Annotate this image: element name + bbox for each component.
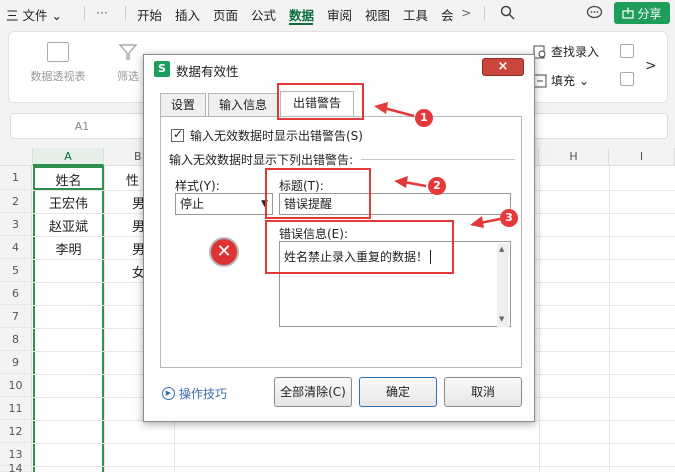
filter-label: 筛选	[117, 70, 139, 83]
row-header[interactable]: 11	[0, 397, 32, 420]
tab-input-message[interactable]: 输入信息	[208, 93, 278, 117]
show-error-checkbox[interactable]	[171, 127, 184, 142]
ribbon-next-icon[interactable]: >	[645, 58, 657, 74]
row-header[interactable]: 2	[0, 190, 32, 213]
fill-button[interactable]: 填充 ⌄	[533, 72, 589, 89]
row-header[interactable]: 1	[0, 166, 32, 190]
gridline	[104, 166, 105, 472]
group-label: 输入无效数据时显示下列出错警告:	[169, 153, 354, 167]
annotation-box-title	[265, 168, 371, 219]
show-error-checkbox-row[interactable]: 输入无效数据时显示出错警告(S)	[171, 127, 363, 144]
tab-page[interactable]: 页面	[213, 5, 238, 24]
active-cell-outline	[33, 166, 104, 190]
annotation-box-message	[265, 220, 454, 274]
ok-button[interactable]: 确定	[359, 377, 437, 407]
tab-home[interactable]: 开始	[137, 5, 162, 24]
column-a-selection	[33, 166, 104, 472]
file-menu-label: 三 文件	[6, 8, 48, 23]
column-header-a[interactable]: A	[33, 148, 104, 166]
scrollbar[interactable]: ▲ ▼	[497, 243, 509, 327]
tab-formula[interactable]: 公式	[251, 5, 276, 24]
fill-icon	[533, 74, 547, 87]
copy-icon[interactable]	[620, 44, 634, 58]
row-header[interactable]: 8	[0, 328, 32, 351]
tips-link[interactable]: ▶ 操作技巧	[162, 385, 227, 402]
gridline	[539, 166, 540, 472]
filter-button[interactable]: 筛选	[113, 42, 143, 84]
file-menu[interactable]: 三 文件 ⌄	[6, 5, 62, 24]
tab-view[interactable]: 视图	[365, 5, 390, 24]
column-header-h[interactable]: H	[539, 148, 609, 166]
dialog-titlebar[interactable]: S 数据有效性 ×	[144, 55, 534, 83]
gridline	[32, 466, 675, 467]
find-entry-button[interactable]: 查找录入	[533, 43, 599, 60]
share-icon	[622, 7, 635, 19]
tab-tools[interactable]: 工具	[403, 5, 428, 24]
annotation-badge-2: 2	[428, 177, 446, 195]
pivot-table-icon	[47, 42, 69, 62]
row-header[interactable]: 4	[0, 236, 32, 259]
divider	[125, 6, 126, 20]
active-tab-indicator	[289, 23, 313, 25]
show-error-checkbox-label: 输入无效数据时显示出错警告(S)	[190, 129, 363, 143]
annotation-badge-1: 1	[415, 109, 433, 127]
share-button[interactable]: 分享	[614, 2, 670, 24]
row-header[interactable]: 12	[0, 420, 32, 443]
name-box[interactable]: A1	[10, 113, 154, 139]
more-icon[interactable]: ···	[96, 5, 108, 20]
pivot-table-button[interactable]: 数据透视表	[27, 42, 89, 84]
list-icon[interactable]	[620, 72, 634, 86]
row-header[interactable]: 7	[0, 305, 32, 328]
tab-insert[interactable]: 插入	[175, 5, 200, 24]
divider	[361, 159, 515, 160]
cell-b1[interactable]: 性	[126, 170, 139, 189]
search-icon[interactable]	[500, 5, 515, 20]
cancel-button[interactable]: 取消	[444, 377, 522, 407]
gridline	[32, 443, 675, 444]
dialog-title: 数据有效性	[176, 64, 239, 79]
style-label: 样式(Y):	[175, 179, 220, 193]
pivot-table-label: 数据透视表	[30, 70, 86, 83]
tab-member[interactable]: 会	[441, 5, 454, 24]
clear-all-button[interactable]: 全部清除(C)	[274, 377, 352, 407]
row-header[interactable]: 10	[0, 374, 32, 397]
tab-data[interactable]: 数据	[289, 5, 314, 24]
menu-bar: 三 文件 ⌄ ··· 开始 插入 页面 公式 数据 审阅 视图 工具 会 > 分…	[0, 0, 675, 26]
divider	[484, 6, 485, 20]
corner-header[interactable]	[0, 148, 33, 166]
play-icon: ▶	[162, 387, 175, 400]
style-select-value: 停止	[180, 197, 205, 211]
scroll-down-icon[interactable]: ▼	[499, 315, 504, 323]
close-button[interactable]: ×	[482, 58, 524, 76]
row-header[interactable]: 5	[0, 259, 32, 282]
chevron-right-icon[interactable]: >	[461, 5, 471, 20]
find-entry-icon	[533, 45, 546, 58]
tab-settings[interactable]: 设置	[160, 93, 206, 117]
chat-icon[interactable]	[586, 5, 603, 20]
divider	[84, 6, 85, 20]
chevron-down-icon: ⌄	[51, 8, 62, 23]
error-stop-icon: ✕	[209, 237, 239, 267]
column-header-i[interactable]: I	[609, 148, 675, 166]
filter-icon	[118, 44, 138, 60]
row-header[interactable]: 14	[0, 463, 32, 472]
annotation-box-tab	[277, 83, 364, 120]
row-header[interactable]: 3	[0, 213, 32, 236]
scroll-up-icon[interactable]: ▲	[499, 245, 504, 253]
app-icon: S	[154, 61, 170, 77]
tips-label: 操作技巧	[179, 387, 228, 401]
gridline	[609, 166, 610, 472]
row-header[interactable]: 6	[0, 282, 32, 305]
fill-label: 填充	[551, 74, 576, 88]
share-label: 分享	[637, 6, 662, 21]
annotation-badge-3: 3	[500, 209, 518, 227]
chevron-down-icon: ⌄	[579, 73, 590, 88]
tab-review[interactable]: 审阅	[327, 5, 352, 24]
find-entry-label: 查找录入	[551, 45, 600, 59]
style-select[interactable]: 停止 ▼	[175, 193, 273, 215]
row-header[interactable]: 9	[0, 351, 32, 374]
